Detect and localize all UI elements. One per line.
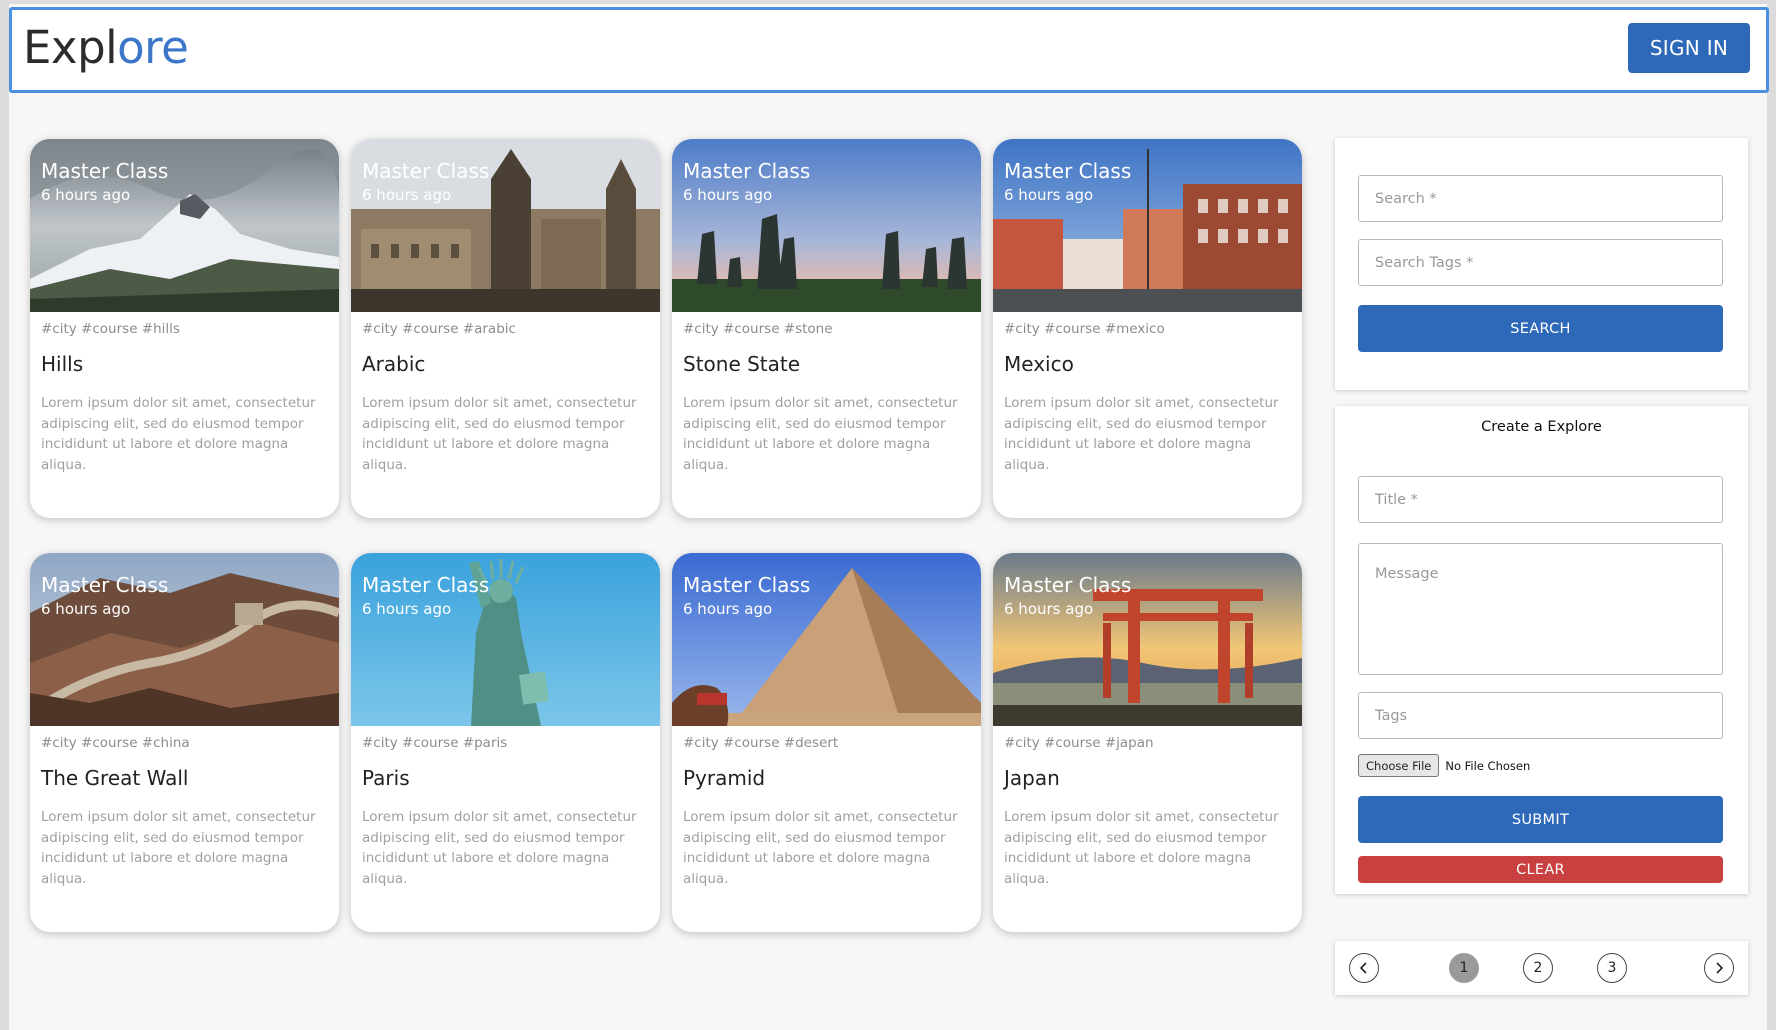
card-category: Master Class	[1004, 159, 1132, 183]
card-title: Paris	[362, 766, 410, 790]
chevron-right-icon	[1716, 962, 1724, 974]
choose-file-button[interactable]: Choose File	[1358, 754, 1440, 777]
card-description: Lorem ipsum dolor sit amet, consectetur …	[1004, 809, 1279, 888]
brand-text-main: Expl	[23, 21, 118, 74]
card-category: Master Class	[683, 573, 811, 597]
card-category: Master Class	[41, 573, 169, 597]
card-description: Lorem ipsum dolor sit amet, consectetur …	[683, 809, 958, 888]
card-title: Japan	[1004, 766, 1060, 790]
card-title: Hills	[41, 352, 84, 376]
card-timestamp: 6 hours ago	[683, 186, 773, 204]
card-tags: #city #course #hills	[41, 321, 180, 337]
tags-input[interactable]	[1358, 692, 1723, 739]
card-timestamp: 6 hours ago	[1004, 600, 1094, 618]
card-description: Lorem ipsum dolor sit amet, consectetur …	[41, 395, 316, 474]
title-input[interactable]	[1358, 476, 1723, 523]
post-card[interactable]: Master Class 6 hours ago #city #course #…	[672, 139, 981, 518]
post-card[interactable]: Master Class 6 hours ago #city #course #…	[351, 553, 660, 932]
page-button-3[interactable]: 3	[1597, 953, 1627, 983]
brand-logo[interactable]: Explore	[23, 21, 189, 74]
card-category: Master Class	[683, 159, 811, 183]
next-page-button[interactable]	[1704, 953, 1734, 983]
card-timestamp: 6 hours ago	[1004, 186, 1094, 204]
card-title: Stone State	[683, 352, 801, 376]
post-card[interactable]: Master Class 6 hours ago #city #course #…	[30, 553, 339, 932]
card-description: Lorem ipsum dolor sit amet, consectetur …	[362, 395, 637, 474]
card-category: Master Class	[362, 573, 490, 597]
card-tags: #city #course #japan	[1004, 735, 1154, 751]
card-category: Master Class	[41, 159, 169, 183]
file-status-label: No File Chosen	[1445, 758, 1531, 773]
card-timestamp: 6 hours ago	[41, 186, 131, 204]
card-description: Lorem ipsum dolor sit amet, consectetur …	[362, 809, 637, 888]
card-tags: #city #course #stone	[683, 321, 833, 337]
page-button-2[interactable]: 2	[1523, 953, 1553, 983]
card-description: Lorem ipsum dolor sit amet, consectetur …	[41, 809, 316, 888]
card-tags: #city #course #china	[41, 735, 190, 751]
card-tags: #city #course #arabic	[362, 321, 516, 337]
page: Explore SIGN IN Master Class 6 hours ago…	[9, 4, 1769, 1030]
post-card[interactable]: Master Class 6 hours ago #city #course #…	[30, 139, 339, 518]
post-card[interactable]: Master Class 6 hours ago #city #course #…	[351, 139, 660, 518]
message-textarea[interactable]	[1358, 543, 1723, 675]
card-tags: #city #course #desert	[683, 735, 839, 751]
app-header: Explore SIGN IN	[9, 7, 1769, 93]
chevron-left-icon	[1359, 962, 1367, 974]
brand-text-accent: ore	[117, 21, 189, 74]
card-title: The Great Wall	[41, 766, 189, 790]
search-button[interactable]: SEARCH	[1358, 305, 1723, 352]
create-post-panel: Create a Explore Choose File No File Cho…	[1335, 406, 1748, 894]
post-card[interactable]: Master Class 6 hours ago #city #course #…	[993, 139, 1302, 518]
card-description: Lorem ipsum dolor sit amet, consectetur …	[683, 395, 958, 474]
card-timestamp: 6 hours ago	[362, 186, 452, 204]
post-card[interactable]: Master Class 6 hours ago #city #course #…	[993, 553, 1302, 932]
search-panel: SEARCH	[1335, 138, 1748, 390]
card-title: Pyramid	[683, 766, 766, 790]
card-timestamp: 6 hours ago	[362, 600, 452, 618]
sign-in-button[interactable]: SIGN IN	[1628, 23, 1750, 73]
card-description: Lorem ipsum dolor sit amet, consectetur …	[1004, 395, 1279, 474]
pagination: 1 2 3	[1335, 941, 1748, 995]
file-upload-row: Choose File No File Chosen	[1358, 754, 1530, 777]
card-tags: #city #course #mexico	[1004, 321, 1165, 337]
create-panel-heading: Create a Explore	[1481, 419, 1602, 435]
submit-button[interactable]: SUBMIT	[1358, 796, 1723, 843]
card-category: Master Class	[362, 159, 490, 183]
search-tags-input[interactable]	[1358, 239, 1723, 286]
card-timestamp: 6 hours ago	[41, 600, 131, 618]
previous-page-button[interactable]	[1349, 953, 1379, 983]
card-tags: #city #course #paris	[362, 735, 508, 751]
clear-button[interactable]: CLEAR	[1358, 856, 1723, 883]
page-button-1[interactable]: 1	[1449, 953, 1479, 983]
search-input[interactable]	[1358, 175, 1723, 222]
post-card[interactable]: Master Class 6 hours ago #city #course #…	[672, 553, 981, 932]
card-category: Master Class	[1004, 573, 1132, 597]
card-title: Mexico	[1004, 352, 1074, 376]
card-title: Arabic	[362, 352, 426, 376]
card-timestamp: 6 hours ago	[683, 600, 773, 618]
